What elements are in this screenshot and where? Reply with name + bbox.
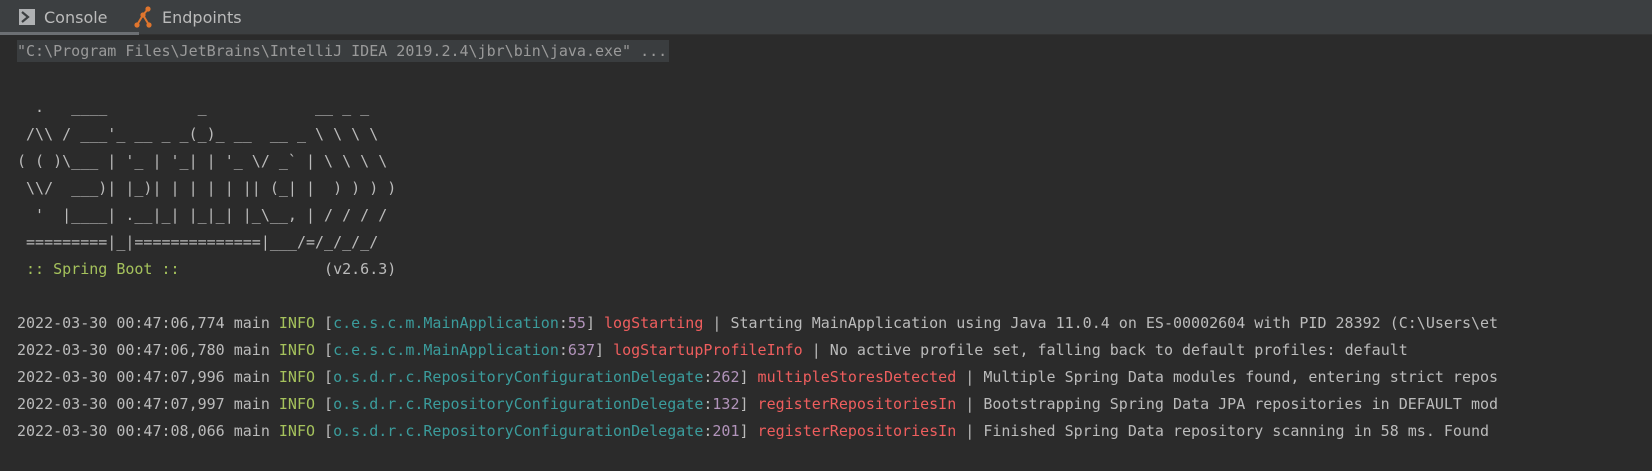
log-line: 2022-03-30 00:47:07,997 main INFO [o.s.d… xyxy=(17,395,1499,413)
banner-line: \\/ ___)| |_)| | | | | || (_| | ) ) ) ) xyxy=(17,179,397,197)
endpoints-icon xyxy=(132,6,154,28)
spring-boot-version-line: :: Spring Boot :: (v2.6.3) xyxy=(17,258,396,280)
log-message: | No active profile set, falling back to… xyxy=(802,341,1408,359)
java-command-line[interactable]: "C:\Program Files\JetBrains\IntelliJ IDE… xyxy=(17,40,670,62)
log-message: | Starting MainApplication using Java 11… xyxy=(703,314,1499,332)
console-icon xyxy=(18,8,36,26)
log-method: logStartupProfileInfo xyxy=(613,341,803,359)
banner-line: /\\ / ___'_ __ _ _(_)_ __ __ _ \ \ \ \ xyxy=(17,125,379,143)
banner-line: . ____ _ __ _ _ xyxy=(17,98,370,116)
log-message: | Multiple Spring Data modules found, en… xyxy=(956,368,1499,386)
log-line: 2022-03-30 00:47:06,780 main INFO [c.e.s… xyxy=(17,341,1408,359)
log-line-number: 262 xyxy=(712,368,740,386)
log-message: | Bootstrapping Spring Data JPA reposito… xyxy=(956,395,1499,413)
log-level: INFO xyxy=(278,341,316,359)
log-line-number: 201 xyxy=(712,422,740,440)
log-method: registerRepositoriesIn xyxy=(757,422,957,440)
log-thread: main xyxy=(233,395,270,413)
log-logger: c.e.s.c.m.MainApplication xyxy=(333,314,559,332)
log-thread: main xyxy=(233,368,270,386)
log-line-number: 637 xyxy=(567,341,595,359)
tool-window-tabbar: Console Endpoints xyxy=(0,0,1652,35)
log-time: 2022-03-30 00:47:07,996 xyxy=(17,368,225,386)
log-thread: main xyxy=(233,422,270,440)
spring-boot-label: :: Spring Boot :: xyxy=(17,260,189,278)
log-thread: main xyxy=(233,341,270,359)
tab-endpoints[interactable]: Endpoints xyxy=(132,0,252,34)
log-time: 2022-03-30 00:47:07,997 xyxy=(17,395,225,413)
tab-console-label: Console xyxy=(44,7,108,27)
log-level: INFO xyxy=(278,422,316,440)
tab-endpoints-label: Endpoints xyxy=(162,7,242,27)
log-logger: o.s.d.r.c.RepositoryConfigurationDelegat… xyxy=(333,368,704,386)
log-message: | Finished Spring Data repository scanni… xyxy=(956,422,1490,440)
log-method: multipleStoresDetected xyxy=(757,368,957,386)
log-thread: main xyxy=(233,314,270,332)
log-method: registerRepositoriesIn xyxy=(757,395,957,413)
log-logger: o.s.d.r.c.RepositoryConfigurationDelegat… xyxy=(333,395,704,413)
log-line: 2022-03-30 00:47:07,996 main INFO [o.s.d… xyxy=(17,368,1499,386)
log-time: 2022-03-30 00:47:06,774 xyxy=(17,314,225,332)
log-time: 2022-03-30 00:47:06,780 xyxy=(17,341,225,359)
log-logger: c.e.s.c.m.MainApplication xyxy=(333,341,559,359)
log-time: 2022-03-30 00:47:08,066 xyxy=(17,422,225,440)
log-line-number: 55 xyxy=(567,314,586,332)
tab-console[interactable]: Console xyxy=(0,0,139,35)
log-logger: o.s.d.r.c.RepositoryConfigurationDelegat… xyxy=(333,422,704,440)
log-line-number: 132 xyxy=(712,395,740,413)
banner-line: ( ( )\___ | '_ | '_| | '_ \/ _` | \ \ \ … xyxy=(17,152,388,170)
log-method: logStarting xyxy=(604,314,704,332)
log-line: 2022-03-30 00:47:08,066 main INFO [o.s.d… xyxy=(17,422,1490,440)
log-level: INFO xyxy=(278,395,316,413)
console-output[interactable]: "C:\Program Files\JetBrains\IntelliJ IDE… xyxy=(0,35,1652,471)
banner-line: ' |____| .__|_| |_|_| |_\__, | / / / / xyxy=(17,206,388,224)
log-level: INFO xyxy=(278,314,316,332)
banner-line: =========|_|==============|___/=/_/_/_/ xyxy=(17,233,379,251)
log-level: INFO xyxy=(278,368,316,386)
spring-boot-version: (v2.6.3) xyxy=(188,260,397,278)
log-line: 2022-03-30 00:47:06,774 main INFO [c.e.s… xyxy=(17,314,1499,332)
